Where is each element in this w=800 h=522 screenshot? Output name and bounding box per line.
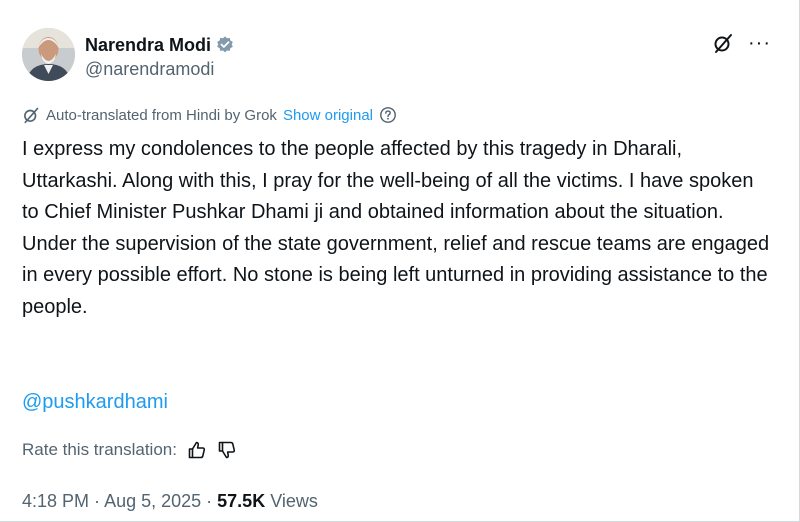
rate-translation: Rate this translation:: [22, 440, 237, 460]
grok-icon[interactable]: [712, 32, 734, 54]
post-card: Narendra Modi @narendramodi ··· Auto-tra…: [0, 0, 800, 522]
meta-separator-2: ·: [201, 491, 218, 511]
post-text: I express my condolences to the people a…: [22, 138, 770, 318]
author-names: Narendra Modi @narendramodi: [85, 34, 235, 80]
verified-badge-icon[interactable]: [215, 35, 235, 55]
translation-notice: Auto-translated from Hindi by Grok Show …: [22, 106, 397, 124]
author-display-name[interactable]: Narendra Modi: [85, 35, 211, 56]
top-actions: ···: [712, 32, 771, 54]
post-meta: 4:18 PM · Aug 5, 2025 · 57.5K Views: [22, 491, 318, 512]
post-date[interactable]: Aug 5, 2025: [104, 491, 201, 511]
thumbs-up-icon[interactable]: [187, 440, 207, 460]
post-header: Narendra Modi @narendramodi: [22, 28, 235, 81]
help-icon[interactable]: [379, 106, 397, 124]
author-handle[interactable]: @narendramodi: [85, 59, 235, 80]
rate-translation-label: Rate this translation:: [22, 440, 177, 459]
more-icon[interactable]: ···: [748, 33, 771, 53]
meta-separator: ·: [89, 491, 105, 511]
mention-link[interactable]: @pushkardhami: [22, 391, 168, 414]
views-count: 57.5K: [217, 491, 266, 511]
avatar-image: [22, 28, 75, 81]
show-original-link[interactable]: Show original: [283, 107, 373, 124]
grok-translate-icon: [24, 107, 39, 124]
post-time[interactable]: 4:18 PM: [22, 491, 89, 511]
translation-notice-text: Auto-translated from Hindi by Grok: [46, 106, 277, 124]
thumbs-down-icon[interactable]: [217, 440, 237, 460]
avatar[interactable]: [22, 28, 75, 81]
name-row: Narendra Modi: [85, 34, 235, 56]
views-label: Views: [270, 491, 318, 511]
